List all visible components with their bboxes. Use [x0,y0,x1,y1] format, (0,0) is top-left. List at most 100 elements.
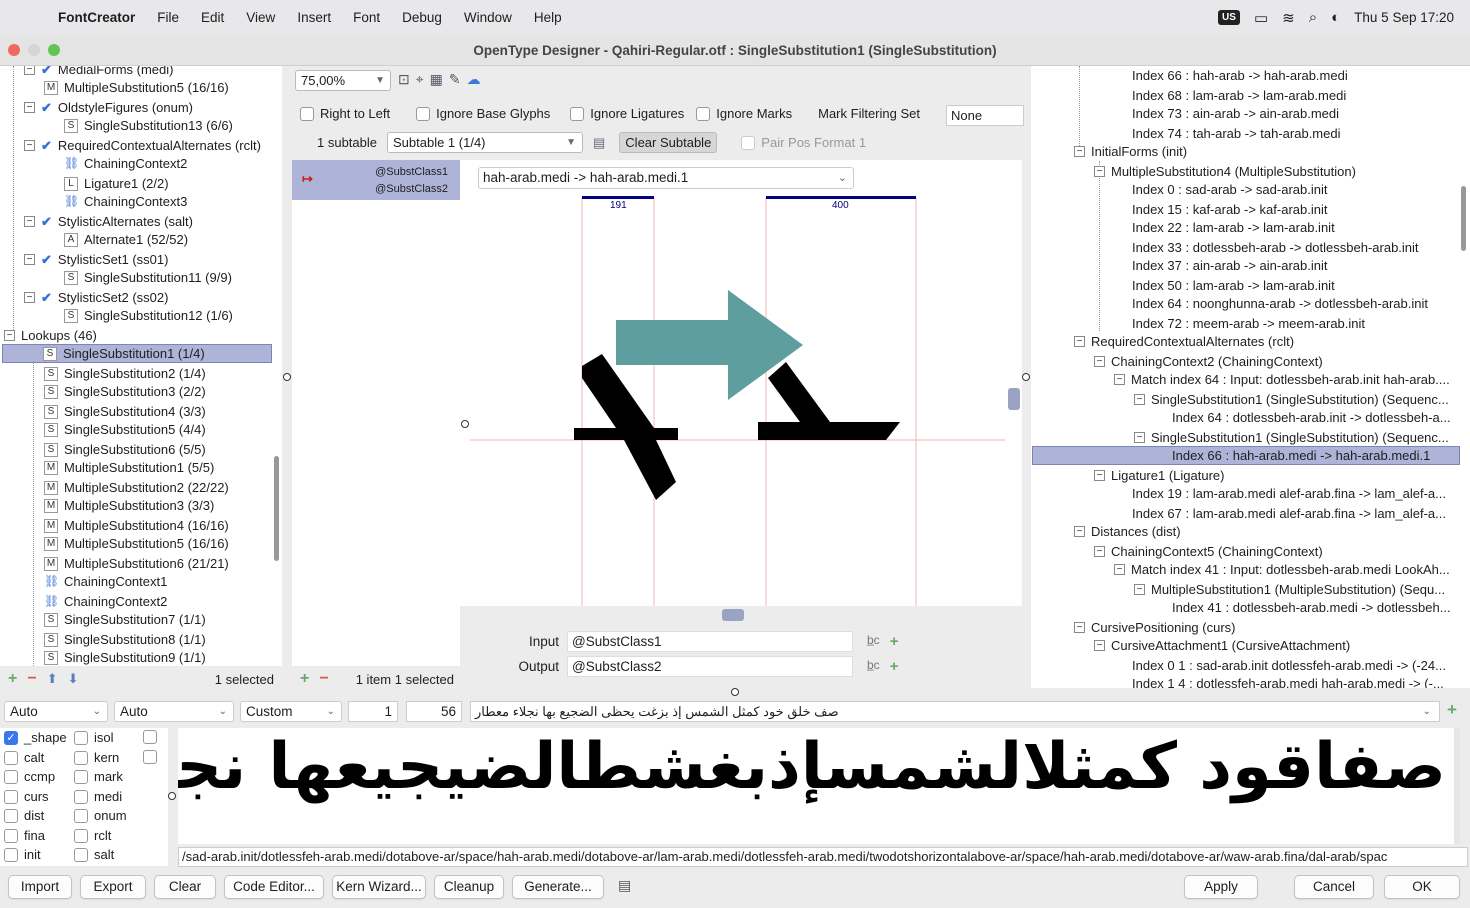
tree-item-lookup[interactable]: S SingleSubstitution3 (2/2) [44,382,206,401]
control-center-icon[interactable]: ◐ [1331,9,1340,26]
feature-checkbox-mark[interactable]: mark [74,769,123,784]
tree-item-feature[interactable]: − Distances (dist) [1074,522,1181,541]
tree-item-lookup[interactable]: − ChainingContext2 (ChainingContext) [1094,352,1323,371]
tree-item-index[interactable]: Index 15 : kaf-arab -> kaf-arab.init [1132,200,1327,219]
menu-font[interactable]: Font [353,10,380,25]
language-dropdown[interactable]: Auto ⌄ [114,701,234,722]
tree-item-index[interactable]: Index 72 : meem-arab -> meem-arab.init [1132,314,1365,333]
checkmark-icon[interactable]: ✔ [41,66,52,78]
clear-subtable-button[interactable]: Clear Subtable [619,132,718,153]
tree-item-feature[interactable]: − CursivePositioning (curs) [1074,618,1236,637]
tree-item-lookups[interactable]: − Lookups (46) [4,326,97,345]
feature-checkbox-fina[interactable]: fina [4,828,45,843]
tree-item-lookup[interactable]: S SingleSubstitution9 (1/1) [44,648,206,666]
tree-item-index[interactable]: Index 0 1 : sad-arab.init dotlessfeh-ara… [1132,656,1446,675]
tree-item-oldstylefigures[interactable]: − ✔ OldstyleFigures (onum) [24,98,193,117]
edit-icon[interactable]: ✎ [449,71,461,88]
collapse-icon[interactable]: − [24,216,35,227]
minimize-window-button[interactable] [28,44,40,56]
start-number-field[interactable]: 1 [348,701,398,722]
clear-button[interactable]: Clear [154,875,216,899]
splitter-handle[interactable] [283,373,291,381]
tree-item-match[interactable]: − Match index 64 : Input: dotlessbeh-arab… [1114,370,1450,389]
collapse-icon[interactable]: − [24,254,35,265]
tree-item-lookup[interactable]: ⛓ ChainingContext2 [44,592,167,611]
tree-item-lookup[interactable]: M MultipleSubstitution5 (16/16) [44,78,229,97]
tree-item-lookup[interactable]: − Ligature1 (Ligature) [1094,466,1224,485]
feature-checkbox-kern[interactable]: kern [74,750,119,765]
tree-item-lookup[interactable]: ⛓ ChainingContext2 [64,154,187,173]
splitter-handle[interactable] [461,420,469,428]
collapse-icon[interactable]: − [1094,470,1105,481]
menu-insert[interactable]: Insert [297,10,331,25]
tree-item-lookup[interactable]: M MultipleSubstitution2 (22/22) [44,478,229,497]
add-icon[interactable]: + [890,658,899,675]
menu-file[interactable]: File [157,10,179,25]
tree-item-lookup[interactable]: ⛓ ChainingContext1 [44,572,167,591]
collapse-icon[interactable]: − [1094,546,1105,557]
tree-item-rclt[interactable]: − ✔ RequiredContextualAlternates (rclt) [24,136,261,155]
horizontal-scroll-thumb[interactable] [722,609,744,621]
splitter-handle[interactable] [1022,373,1030,381]
generate-button[interactable]: Generate... [512,875,604,899]
move-up-icon[interactable]: ⬆ [47,671,58,687]
calendar-icon[interactable]: ▤ [593,135,605,151]
tree-item-lookup[interactable]: S SingleSubstitution4 (3/3) [44,402,206,421]
right-scrollbar[interactable] [1461,186,1466,251]
input-field[interactable]: @SubstClass1 [567,631,853,652]
feature-checkbox-ccmp[interactable]: ccmp [4,769,55,784]
collapse-icon[interactable]: − [1074,336,1085,347]
collapse-icon[interactable]: − [1094,640,1105,651]
collapse-icon[interactable]: − [24,66,35,75]
kern-wizard-button[interactable]: Kern Wizard... [332,875,426,899]
tree-item-index[interactable]: Index 64 : noonghunna-arab -> dotlessbeh… [1132,294,1428,313]
collapse-icon[interactable]: − [4,330,15,341]
size-number-field[interactable]: 56 [406,701,462,722]
tree-item-lookup[interactable]: M MultipleSubstitution4 (16/16) [44,516,229,535]
glyph-picker-icon[interactable]: b̲c [867,633,880,650]
script-dropdown[interactable]: Auto ⌄ [4,701,108,722]
collapse-icon[interactable]: − [1074,146,1085,157]
collapse-icon[interactable]: − [1114,374,1125,385]
tree-item-lookup[interactable]: S SingleSubstitution8 (1/1) [44,630,206,649]
tree-item-lookup[interactable]: − CursiveAttachment1 (CursiveAttachment) [1094,636,1350,655]
preview-scrollbar[interactable] [1454,728,1460,844]
collapse-icon[interactable]: − [1074,622,1085,633]
tree-item-lookup[interactable]: M MultipleSubstitution5 (16/16) [44,534,229,553]
collapse-icon[interactable]: − [1134,394,1145,405]
crosshair-icon[interactable]: ⌖ [416,71,424,88]
collapse-icon[interactable]: − [1094,356,1105,367]
zoom-window-button[interactable] [48,44,60,56]
glyph-picker-icon[interactable]: b̲c [867,658,880,675]
collapse-icon[interactable]: − [1094,166,1105,177]
tree-item-sequence[interactable]: − MultipleSubstitution1 (MultipleSubstitu… [1134,580,1445,599]
cancel-button[interactable]: Cancel [1294,875,1374,899]
tree-item-index[interactable]: Index 41 : dotlessbeh-arab.medi -> dotle… [1172,598,1451,617]
add-icon[interactable]: + [300,670,309,688]
tree-item-feature[interactable]: − RequiredContextualAlternates (rclt) [1074,332,1294,351]
feature-checkbox-shape[interactable]: ✓ _shape [4,730,67,745]
tree-item-index[interactable]: Index 37 : ain-arab -> ain-arab.init [1132,256,1327,275]
move-down-icon[interactable]: ⬇ [68,671,79,687]
tree-item-index[interactable]: Index 0 : sad-arab -> sad-arab.init [1132,180,1327,199]
feature-checkbox-extra[interactable] [143,750,163,764]
glyph-canvas[interactable]: hah-arab.medi -> hah-arab.medi.1 ⌄ 191 40… [460,160,1022,621]
close-window-button[interactable] [8,44,20,56]
feature-checkbox-salt[interactable]: salt [74,847,114,862]
tree-item-match[interactable]: − Match index 41 : Input: dotlessbeh-arab… [1114,560,1450,579]
tree-item-index[interactable]: Index 22 : lam-arab -> lam-arab.init [1132,218,1335,237]
grid-icon[interactable]: ▦ [430,71,443,88]
tree-item-index[interactable]: Index 66 : hah-arab -> hah-arab.medi [1132,66,1348,85]
feature-checkbox-medi[interactable]: medi [74,789,122,804]
tree-item-lookup[interactable]: M MultipleSubstitution1 (5/5) [44,458,214,477]
class-list[interactable]: ↦ @SubstClass1 @SubstClass2 [292,160,460,666]
export-button[interactable]: Export [80,875,146,899]
collapse-icon[interactable]: − [1114,564,1125,575]
fit-icon[interactable]: ⊡ [398,71,410,88]
tree-item-lookup[interactable]: S SingleSubstitution2 (1/4) [44,364,206,383]
tree-item-index[interactable]: Index 1 4 : dotlessfeh-arab.medi hah-ara… [1132,674,1444,688]
tree-item-lookup[interactable]: ⛓ ChainingContext3 [64,192,187,211]
tree-item-feature[interactable]: − InitialForms (init) [1074,142,1187,161]
feature-tree-panel[interactable]: − ✔ MedialForms (medi) M MultipleSubstituti… [0,66,282,666]
ok-button[interactable]: OK [1384,875,1460,899]
